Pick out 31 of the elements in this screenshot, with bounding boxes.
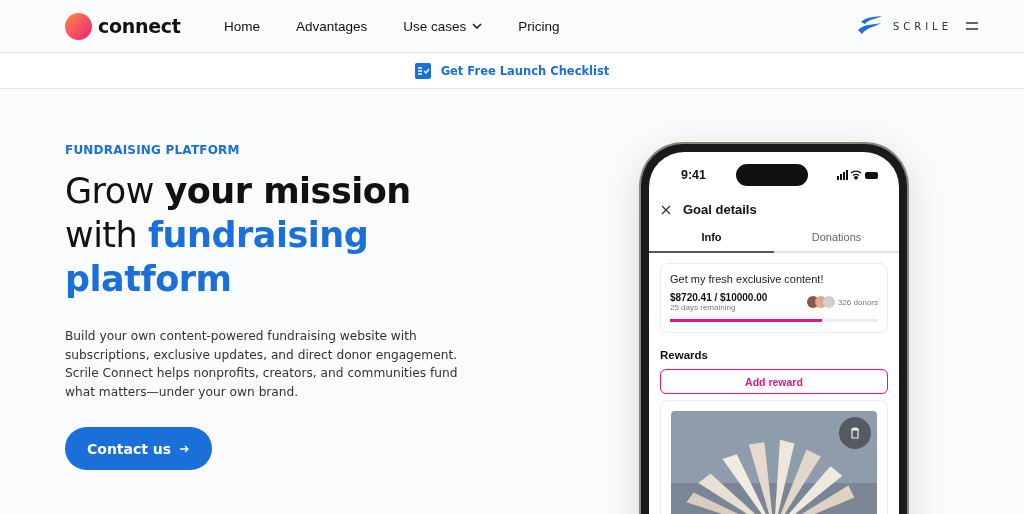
close-icon[interactable]	[661, 204, 671, 215]
tab[interactable]: Donations	[774, 231, 899, 253]
headline: Grow your mission with fundraising platform	[65, 170, 412, 301]
nav-link[interactable]: Pricing	[518, 18, 560, 34]
goal-amount: $8720.41 / $10000.00	[670, 292, 768, 303]
status-time: 9:41	[681, 168, 707, 182]
add-reward-button[interactable]: Add reward	[660, 369, 888, 394]
donor-count: 326 donors	[837, 297, 878, 307]
days-remaining: 25 days remaining	[670, 303, 737, 312]
eyebrow-label: FUNDRAISING PLATFORM	[65, 143, 241, 157]
screen-title: Goal details	[683, 202, 757, 217]
nav-link[interactable]: Advantages	[296, 18, 368, 34]
brand-name[interactable]: SCRILE	[892, 20, 952, 32]
caret-icon	[472, 23, 483, 29]
section-title: Rewards	[660, 349, 709, 361]
logo-circle-icon[interactable]	[65, 12, 92, 40]
checklist-link[interactable]: Get Free Launch Checklist	[440, 63, 610, 78]
arrow-icon	[180, 444, 191, 453]
nav-link[interactable]: Home	[224, 18, 260, 34]
status-icons	[837, 170, 879, 180]
donor-avatars	[805, 295, 836, 309]
brand-logo-icon[interactable]	[856, 16, 883, 36]
goal-title: Get my fresh exclusive content!	[670, 273, 825, 285]
menu-icon[interactable]	[966, 22, 978, 30]
nav-link[interactable]: Use cases	[403, 18, 483, 34]
tab[interactable]: Info	[649, 231, 774, 253]
contact-button[interactable]: Contact us	[65, 427, 213, 470]
trash-icon	[850, 427, 860, 439]
logo-text[interactable]: connect	[98, 15, 181, 37]
description: Build your own content-powered fundraising website with subscriptions, exclusive updates, and direct donor engagement. Scrile Connect helps nonprofits, creators, and communities fund what matters—under your own brand.	[65, 328, 459, 401]
checklist-icon	[414, 62, 431, 79]
